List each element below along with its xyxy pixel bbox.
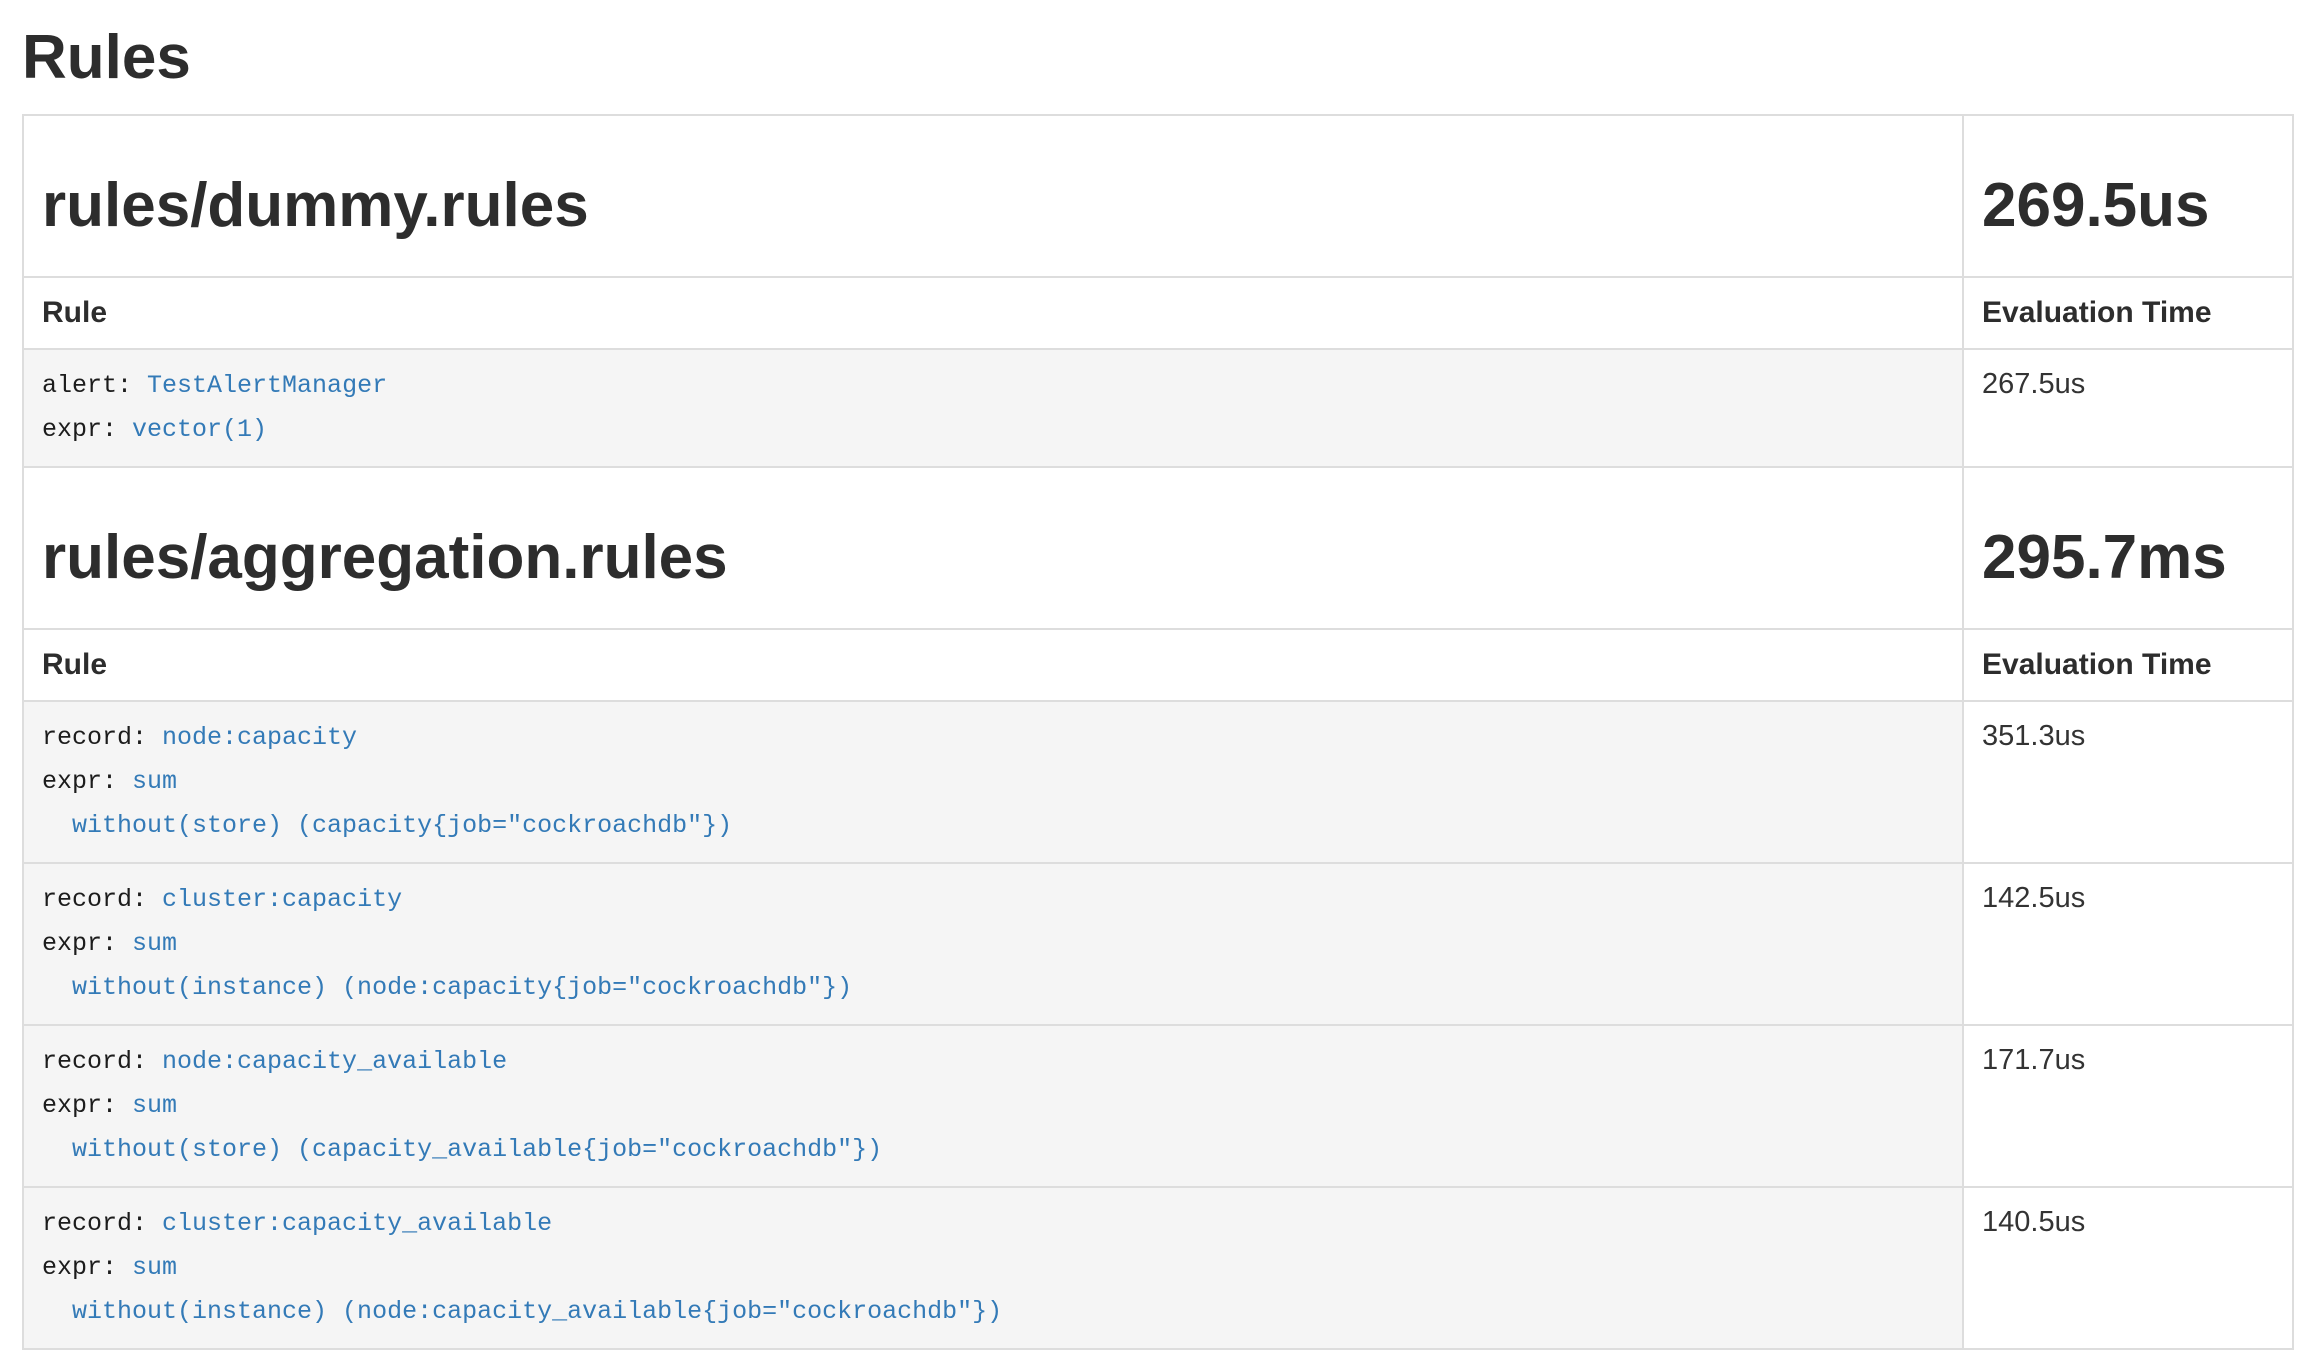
rule-code: record: cluster:capacity_availableexpr: … — [42, 1202, 1944, 1334]
rule-field-line: record: cluster:capacity_available — [42, 1202, 1944, 1246]
rule-field-key: record: — [42, 723, 162, 752]
rule-field-line: expr: sum without(store) (capacity{job="… — [42, 760, 1944, 848]
rule-eval-time: 351.3us — [1982, 720, 2085, 752]
rule-field-key: record: — [42, 1209, 162, 1238]
page-title: Rules — [22, 24, 2294, 92]
rule-field-key: expr: — [42, 1253, 132, 1282]
rule-cell: alert: TestAlertManagerexpr: vector(1) — [23, 349, 1963, 467]
rule-cell: record: node:capacityexpr: sum without(s… — [23, 701, 1963, 863]
rule-cell: record: cluster:capacity_availableexpr: … — [23, 1187, 1963, 1349]
rule-row: record: node:capacity_availableexpr: sum… — [23, 1025, 2293, 1187]
rule-eval-time-cell: 140.5us — [1963, 1187, 2293, 1349]
rule-field-key: record: — [42, 885, 162, 914]
time-column-header: Evaluation Time — [1963, 629, 2293, 701]
rule-eval-time-cell: 142.5us — [1963, 863, 2293, 1025]
time-column-header: Evaluation Time — [1963, 277, 2293, 349]
rule-field-line: record: cluster:capacity — [42, 878, 1944, 922]
group-row: rules/aggregation.rules 295.7ms — [23, 467, 2293, 629]
rule-eval-time: 140.5us — [1982, 1206, 2085, 1238]
rule-field-line: alert: TestAlertManager — [42, 364, 1944, 408]
group-eval-total: 295.7ms — [1982, 524, 2274, 592]
groups-container: rules/dummy.rules269.5usRuleEvaluation T… — [23, 115, 2293, 1349]
group-eval-total-cell: 269.5us — [1963, 115, 2293, 277]
rule-eval-time-cell: 267.5us — [1963, 349, 2293, 467]
column-header-row: RuleEvaluation Time — [23, 277, 2293, 349]
group-row: rules/dummy.rules 269.5us — [23, 115, 2293, 277]
rule-eval-time: 142.5us — [1982, 882, 2085, 914]
group-file-name: rules/dummy.rules — [42, 172, 1944, 240]
rule-eval-time: 267.5us — [1982, 368, 2085, 400]
rule-value-link[interactable]: vector(1) — [132, 415, 267, 444]
group-file-cell: rules/dummy.rules — [23, 115, 1963, 277]
rule-value-link[interactable]: sum without(store) (capacity{job="cockro… — [42, 767, 732, 840]
rule-value-link[interactable]: node:capacity — [162, 723, 357, 752]
rule-code: alert: TestAlertManagerexpr: vector(1) — [42, 364, 1944, 452]
rule-code: record: node:capacity_availableexpr: sum… — [42, 1040, 1944, 1172]
rule-eval-time-cell: 171.7us — [1963, 1025, 2293, 1187]
rule-field-line: expr: vector(1) — [42, 408, 1944, 452]
rule-row: record: cluster:capacityexpr: sum withou… — [23, 863, 2293, 1025]
rule-field-line: record: node:capacity — [42, 716, 1944, 760]
rule-value-link[interactable]: sum without(store) (capacity_available{j… — [42, 1091, 882, 1164]
rule-field-key: expr: — [42, 415, 132, 444]
rule-code: record: node:capacityexpr: sum without(s… — [42, 716, 1944, 848]
rule-field-key: expr: — [42, 929, 132, 958]
rule-field-line: expr: sum without(store) (capacity_avail… — [42, 1084, 1944, 1172]
rule-cell: record: node:capacity_availableexpr: sum… — [23, 1025, 1963, 1187]
rule-column-header: Rule — [23, 277, 1963, 349]
rule-value-link[interactable]: TestAlertManager — [147, 371, 387, 400]
group-file-cell: rules/aggregation.rules — [23, 467, 1963, 629]
rule-value-link[interactable]: cluster:capacity — [162, 885, 402, 914]
rule-cell: record: cluster:capacityexpr: sum withou… — [23, 863, 1963, 1025]
rule-value-link[interactable]: sum without(instance) (node:capacity{job… — [42, 929, 852, 1002]
rule-field-line: expr: sum without(instance) (node:capaci… — [42, 922, 1944, 1010]
rule-column-header: Rule — [23, 629, 1963, 701]
rule-field-key: expr: — [42, 767, 132, 796]
page: Rules rules/dummy.rules269.5usRuleEvalua… — [0, 0, 2316, 1350]
rule-eval-time: 171.7us — [1982, 1044, 2085, 1076]
rule-field-line: record: node:capacity_available — [42, 1040, 1944, 1084]
rule-field-line: expr: sum without(instance) (node:capaci… — [42, 1246, 1944, 1334]
rule-row: record: cluster:capacity_availableexpr: … — [23, 1187, 2293, 1349]
rule-row: alert: TestAlertManagerexpr: vector(1)26… — [23, 349, 2293, 467]
rule-field-key: alert: — [42, 371, 147, 400]
column-header-row: RuleEvaluation Time — [23, 629, 2293, 701]
rule-value-link[interactable]: sum without(instance) (node:capacity_ava… — [42, 1253, 1002, 1326]
rules-table: rules/dummy.rules269.5usRuleEvaluation T… — [22, 114, 2294, 1350]
rule-eval-time-cell: 351.3us — [1963, 701, 2293, 863]
rule-field-key: expr: — [42, 1091, 132, 1120]
rule-row: record: node:capacityexpr: sum without(s… — [23, 701, 2293, 863]
group-eval-total: 269.5us — [1982, 172, 2274, 240]
rule-code: record: cluster:capacityexpr: sum withou… — [42, 878, 1944, 1010]
rule-value-link[interactable]: node:capacity_available — [162, 1047, 507, 1076]
rule-value-link[interactable]: cluster:capacity_available — [162, 1209, 552, 1238]
rule-field-key: record: — [42, 1047, 162, 1076]
group-file-name: rules/aggregation.rules — [42, 524, 1944, 592]
group-eval-total-cell: 295.7ms — [1963, 467, 2293, 629]
